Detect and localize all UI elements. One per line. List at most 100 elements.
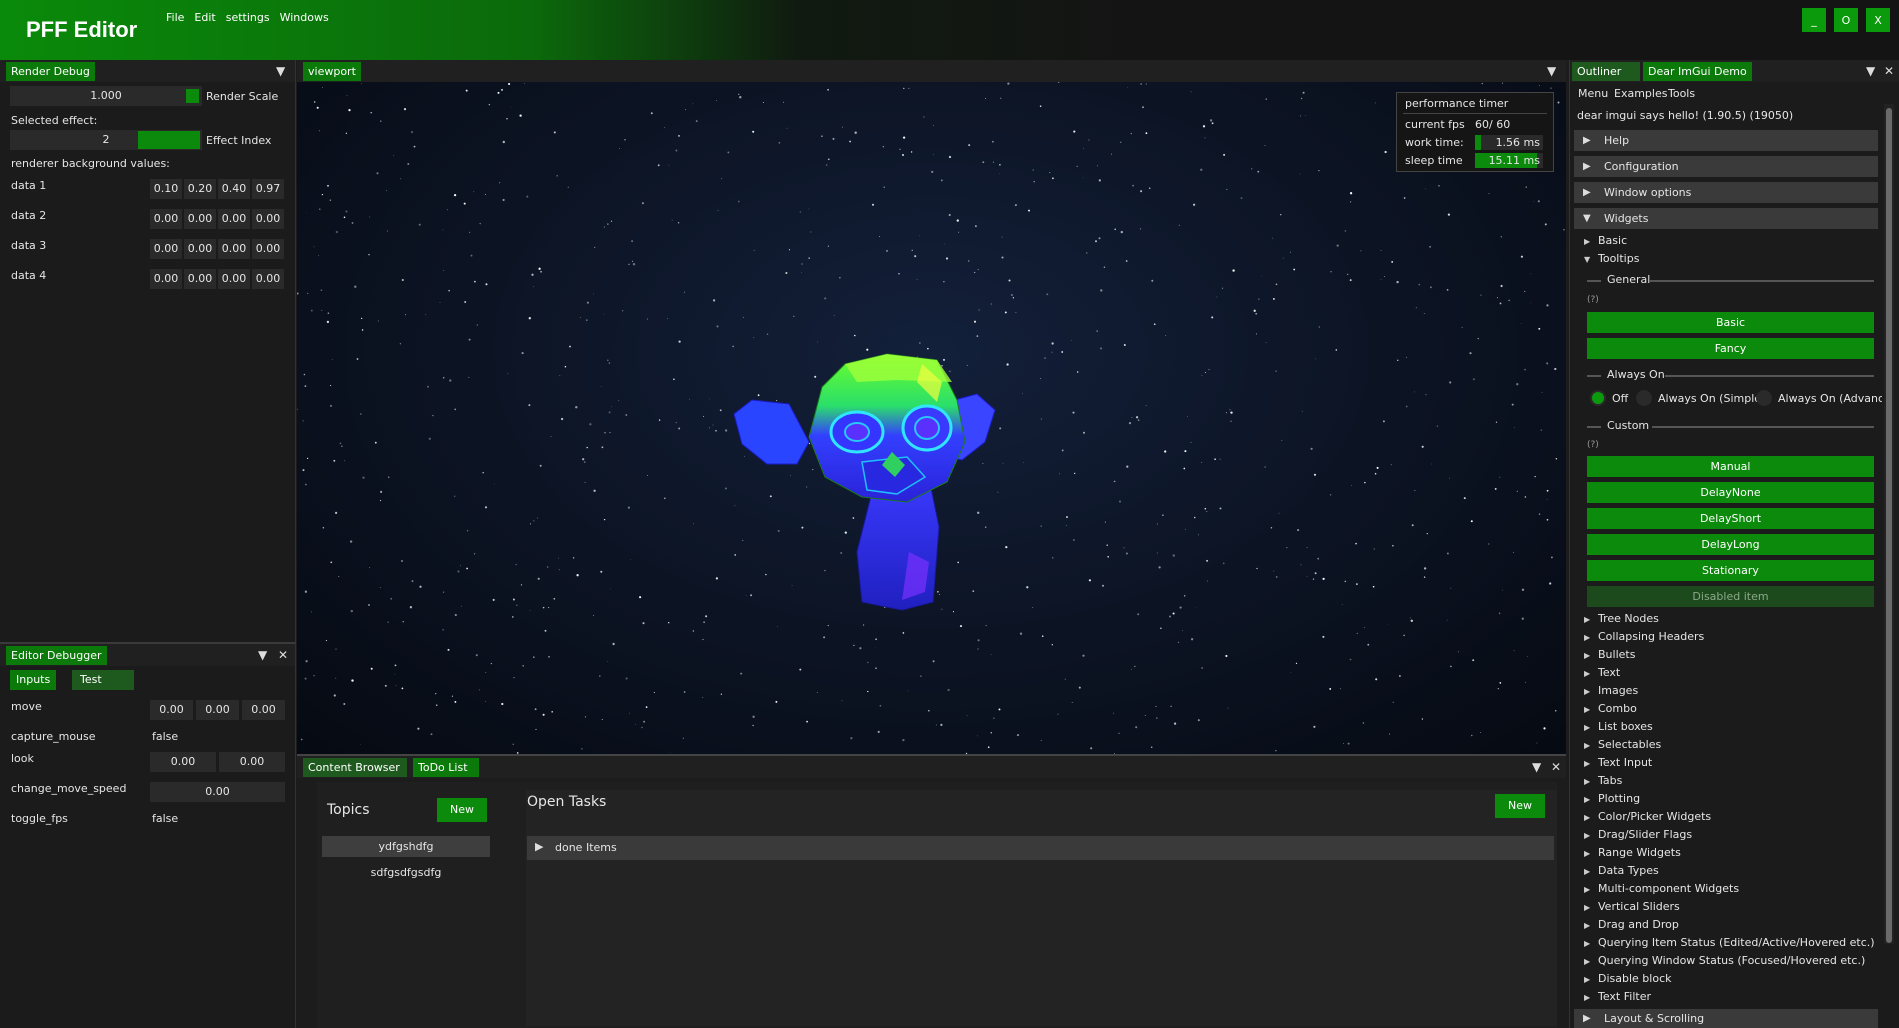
tree-item[interactable]: ▶ Tree Nodes [1584, 610, 1659, 628]
tab-outliner[interactable]: Outliner [1572, 62, 1640, 81]
menu-down-icon[interactable]: ▼ [258, 647, 267, 663]
menu-down-icon[interactable]: ▼ [1866, 63, 1875, 79]
tree-item[interactable]: ▶ Querying Item Status (Edited/Active/Hov… [1584, 934, 1875, 952]
data-value[interactable]: 0.97 [252, 179, 284, 199]
tooltip-basic-button[interactable]: Basic [1587, 312, 1874, 333]
effect-index-grab[interactable] [138, 131, 200, 149]
data-value[interactable]: 0.00 [218, 209, 250, 229]
render-scale-field[interactable]: 1.000 [10, 86, 202, 106]
menu-windows[interactable]: Windows [280, 11, 329, 24]
tree-item[interactable]: ▶ Range Widgets [1584, 844, 1681, 862]
tab-viewport[interactable]: viewport [303, 62, 361, 81]
data-value[interactable]: 0.00 [184, 209, 216, 229]
tree-item[interactable]: ▶ Images [1584, 682, 1638, 700]
menu-down-icon[interactable]: ▼ [1532, 759, 1541, 775]
tree-item[interactable]: ▶ Drag/Slider Flags [1584, 826, 1692, 844]
look-y[interactable]: 0.00 [219, 752, 285, 772]
tree-item[interactable]: ▶ Text Filter [1584, 988, 1651, 1006]
radio-off[interactable] [1590, 390, 1606, 406]
data-value[interactable]: 0.00 [218, 269, 250, 289]
move-z[interactable]: 0.00 [242, 700, 285, 720]
tooltip-delaylong-button[interactable]: DelayLong [1587, 534, 1874, 555]
tab-imgui-demo[interactable]: Dear ImGui Demo [1643, 62, 1752, 81]
minimize-button[interactable]: _ [1802, 8, 1826, 32]
render-scale-grab[interactable] [186, 89, 199, 103]
close-window-button[interactable]: X [1866, 8, 1890, 32]
radio-always-simple[interactable] [1636, 390, 1652, 406]
tree-basic[interactable]: ▶ Basic [1584, 232, 1627, 250]
menu-edit[interactable]: Edit [194, 11, 215, 24]
header-layout-scrolling[interactable]: ▶ Layout & Scrolling [1574, 1009, 1878, 1028]
demo-menu-tools[interactable]: Tools [1668, 87, 1695, 100]
tree-item[interactable]: ▶ Bullets [1584, 646, 1635, 664]
tooltip-delaynone-button[interactable]: DelayNone [1587, 482, 1874, 503]
data-value[interactable]: 0.00 [150, 239, 182, 259]
tree-item[interactable]: ▶ Combo [1584, 700, 1637, 718]
tree-item[interactable]: ▶ Disable block [1584, 970, 1672, 988]
tree-item[interactable]: ▶ Tabs [1584, 772, 1622, 790]
data-value[interactable]: 0.10 [150, 179, 182, 199]
new-topic-button[interactable]: New [437, 798, 487, 822]
data-value[interactable]: 0.00 [184, 239, 216, 259]
move-x[interactable]: 0.00 [150, 700, 193, 720]
tooltip-fancy-button[interactable]: Fancy [1587, 338, 1874, 359]
demo-menu-menu[interactable]: Menu [1578, 87, 1608, 100]
tree-item[interactable]: ▶ Selectables [1584, 736, 1661, 754]
viewport-canvas[interactable] [297, 82, 1566, 754]
close-icon[interactable]: ✕ [278, 647, 288, 663]
tab-todo-list[interactable]: ToDo List [413, 758, 479, 777]
subtab-test[interactable]: Test [72, 670, 134, 690]
tooltip-manual-button[interactable]: Manual [1587, 456, 1874, 477]
topic-item-selected[interactable]: ydfgshdfg [322, 836, 490, 857]
header-window-options[interactable]: ▶ Window options [1574, 182, 1878, 203]
menu-file[interactable]: File [166, 11, 184, 24]
menu-down-icon[interactable]: ▼ [1547, 63, 1556, 79]
tooltip-stationary-button[interactable]: Stationary [1587, 560, 1874, 581]
move-y[interactable]: 0.00 [196, 700, 239, 720]
header-configuration[interactable]: ▶ Configuration [1574, 156, 1878, 177]
menu-settings[interactable]: settings [226, 11, 270, 24]
tree-item[interactable]: ▶ Collapsing Headers [1584, 628, 1704, 646]
done-items-header[interactable]: ▶ done Items [527, 836, 1554, 860]
tree-item[interactable]: ▶ Querying Window Status (Focused/Hovered… [1584, 952, 1865, 970]
tree-item[interactable]: ▶ Data Types [1584, 862, 1659, 880]
radio-always-advanced[interactable] [1756, 390, 1772, 406]
scrollbar-thumb[interactable] [1886, 108, 1892, 943]
tree-item[interactable]: ▶ Drag and Drop [1584, 916, 1679, 934]
data-value[interactable]: 0.00 [218, 239, 250, 259]
header-help[interactable]: ▶ Help [1574, 130, 1878, 151]
help-marker[interactable]: (?) [1587, 295, 1599, 305]
new-task-button[interactable]: New [1495, 794, 1545, 818]
data-value[interactable]: 0.00 [150, 269, 182, 289]
data-value[interactable]: 0.00 [184, 269, 216, 289]
change-move-speed-field[interactable]: 0.00 [150, 782, 285, 802]
tab-render-debug[interactable]: Render Debug [6, 62, 95, 81]
tree-tooltips[interactable]: ▼ Tooltips [1584, 250, 1639, 268]
tree-item[interactable]: ▶ Text [1584, 664, 1620, 682]
tree-item[interactable]: ▶ List boxes [1584, 718, 1653, 736]
data-value[interactable]: 0.40 [218, 179, 250, 199]
topic-item[interactable]: sdfgsdfgsdfg [322, 862, 490, 883]
maximize-button[interactable]: O [1834, 8, 1858, 32]
subtab-inputs[interactable]: Inputs [10, 670, 57, 690]
tree-item[interactable]: ▶ Vertical Sliders [1584, 898, 1680, 916]
tree-item[interactable]: ▶ Color/Picker Widgets [1584, 808, 1711, 826]
tooltip-delayshort-button[interactable]: DelayShort [1587, 508, 1874, 529]
data-value[interactable]: 0.00 [252, 239, 284, 259]
data-value[interactable]: 0.00 [252, 269, 284, 289]
help-marker[interactable]: (?) [1587, 440, 1599, 450]
menu-down-icon[interactable]: ▼ [276, 63, 285, 79]
tab-content-browser[interactable]: Content Browser [303, 758, 407, 777]
data-value[interactable]: 0.20 [184, 179, 216, 199]
close-icon[interactable]: ✕ [1884, 63, 1894, 79]
close-icon[interactable]: ✕ [1551, 759, 1561, 775]
data-value[interactable]: 0.00 [252, 209, 284, 229]
tree-item[interactable]: ▶ Text Input [1584, 754, 1652, 772]
demo-menu-examples[interactable]: Examples [1614, 87, 1667, 100]
data-value[interactable]: 0.00 [150, 209, 182, 229]
tree-item[interactable]: ▶ Plotting [1584, 790, 1640, 808]
tab-editor-debugger[interactable]: Editor Debugger [6, 646, 107, 665]
tree-item[interactable]: ▶ Multi-component Widgets [1584, 880, 1739, 898]
header-widgets[interactable]: ▼ Widgets [1574, 208, 1878, 229]
look-x[interactable]: 0.00 [150, 752, 216, 772]
